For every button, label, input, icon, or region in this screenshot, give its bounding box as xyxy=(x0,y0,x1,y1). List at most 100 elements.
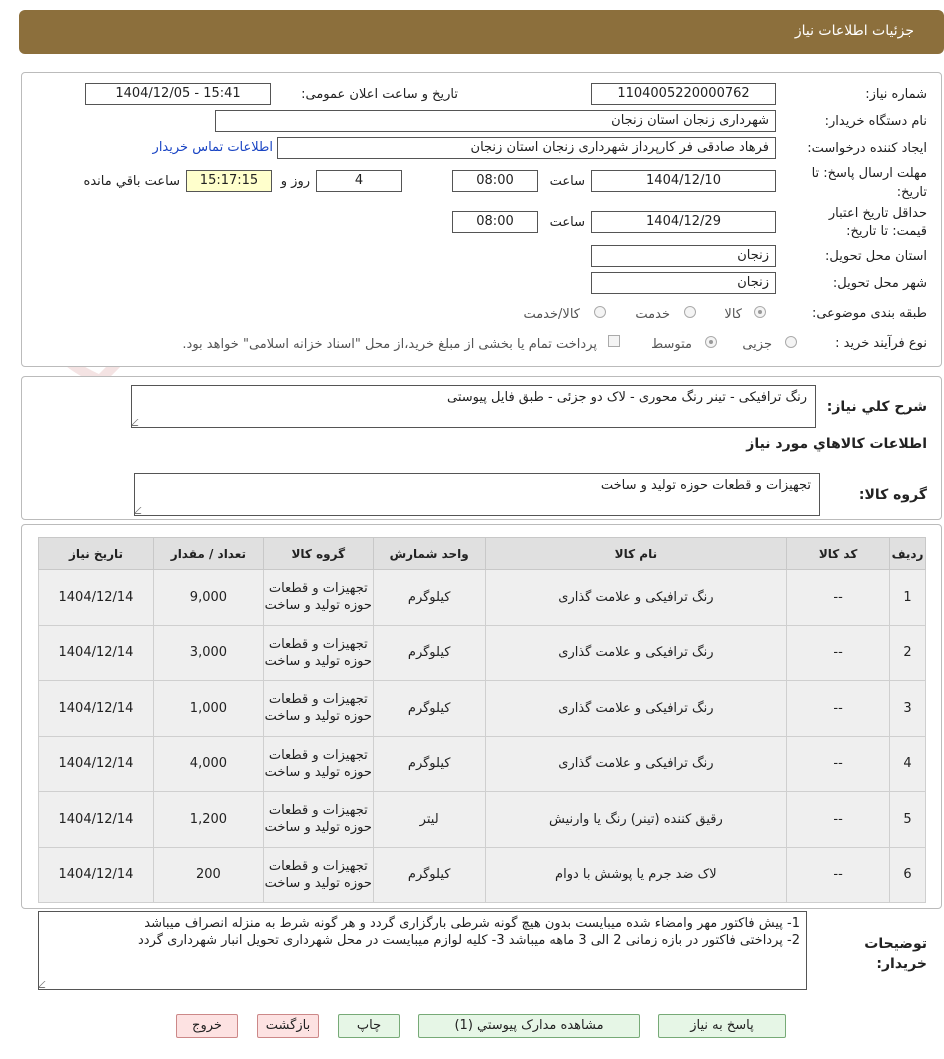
table-row[interactable]: 6 -- لاک ضد جرم یا پوشش با دوام کیلوگرم … xyxy=(38,846,926,903)
cell-code: -- xyxy=(786,569,891,626)
goods-table: ردیف کد کالا نام کالا واحد شمارش گروه کا… xyxy=(38,537,926,903)
cell-date: 1404/12/14 xyxy=(38,624,154,681)
buyer-org-label: نام دستگاه خریدار: xyxy=(824,114,927,129)
cell-unit: کیلوگرم xyxy=(372,569,486,626)
table-header-row: ردیف کد کالا نام کالا واحد شمارش گروه کا… xyxy=(38,537,926,570)
cell-unit: کیلوگرم xyxy=(372,624,486,681)
cell-name: رقیق کننده (تینر) رنگ یا وارنیش xyxy=(484,791,788,848)
process-option-minor: جزیی xyxy=(742,337,772,352)
cell-unit: کیلوگرم xyxy=(372,846,486,903)
need-number-label: شماره نیاز: xyxy=(865,87,927,102)
buyer-notes-textarea[interactable]: 1- پیش فاکتور مهر وامضاء شده میبایست بدو… xyxy=(38,911,807,990)
cell-qty: 3,000 xyxy=(152,624,264,681)
deadline-time-field: 08:00 xyxy=(452,170,538,192)
col-header-code: کد کالا xyxy=(786,537,891,570)
cell-code: -- xyxy=(786,791,891,848)
desc-label: شرح کلي نياز: xyxy=(826,399,927,415)
cell-group: تجهیزات و قطعات حوزه تولید و ساخت xyxy=(262,846,374,903)
buyer-org-field: شهرداری زنجان استان زنجان xyxy=(215,110,776,132)
cell-group: تجهیزات و قطعات حوزه تولید و ساخت xyxy=(262,624,374,681)
cell-date: 1404/12/14 xyxy=(38,791,154,848)
announce-field: 1404/12/05 - 15:41 xyxy=(85,83,271,105)
validity-label: حداقل تاریخ اعتبار قیمت: تا تاریخ: xyxy=(828,206,927,239)
desc-text: رنگ ترافیکی - تینر رنگ محوری - لاک دو جز… xyxy=(446,390,807,405)
cell-qty: 1,000 xyxy=(152,680,264,737)
notes-line-1: 1- پیش فاکتور مهر وامضاء شده میبایست بدو… xyxy=(144,916,800,931)
table-row[interactable]: 3 -- رنگ ترافیکی و علامت گذاری کیلوگرم ت… xyxy=(38,680,926,737)
cell-group: تجهیزات و قطعات حوزه تولید و ساخت xyxy=(262,680,374,737)
cell-unit: لیتر xyxy=(372,791,486,848)
cell-group: تجهیزات و قطعات حوزه تولید و ساخت xyxy=(262,735,374,792)
buyer-notes-label: توضیحات خریدار: xyxy=(864,936,927,972)
days-label: روز و xyxy=(280,174,310,189)
table-row[interactable]: 5 -- رقیق کننده (تینر) رنگ یا وارنیش لیت… xyxy=(38,791,926,848)
resize-grip-icon[interactable] xyxy=(39,981,52,988)
city-label: شهر محل تحویل: xyxy=(832,276,927,291)
group-text: تجهیزات و قطعات حوزه تولید و ساخت xyxy=(600,478,811,493)
view-attachments-button[interactable]: مشاهده مدارک پیوستي (1) xyxy=(418,1014,640,1038)
cell-unit: کیلوگرم xyxy=(372,735,486,792)
category-option-goods-service: کالا/خدمت xyxy=(523,307,580,322)
cell-date: 1404/12/14 xyxy=(38,680,154,737)
cell-name: رنگ ترافیکی و علامت گذاری xyxy=(484,680,788,737)
cell-date: 1404/12/14 xyxy=(38,569,154,626)
deadline-label: مهلت ارسال پاسخ: تا تاریخ: xyxy=(811,166,927,200)
resize-grip-icon[interactable] xyxy=(135,507,148,514)
table-row[interactable]: 1 -- رنگ ترافیکی و علامت گذاری کیلوگرم ت… xyxy=(38,569,926,626)
requester-field: فرهاد صادقی فر کارپرداز شهرداری زنجان اس… xyxy=(277,137,776,159)
deadline-time-label: ساعت xyxy=(549,174,585,189)
remaining-label: ساعت باقي مانده xyxy=(83,174,180,189)
treasury-note: پرداخت تمام یا بخشی از مبلغ خرید،از محل … xyxy=(182,337,597,352)
validity-time-field: 08:00 xyxy=(452,211,538,233)
group-label: گروه کالا: xyxy=(858,487,927,503)
cell-code: -- xyxy=(786,624,891,681)
group-textarea[interactable]: تجهیزات و قطعات حوزه تولید و ساخت xyxy=(134,473,820,516)
col-header-qty: تعداد / مقدار xyxy=(152,537,264,570)
remaining-time-field: 15:17:15 xyxy=(186,170,272,192)
page-title: جزئیات اطلاعات نیاز xyxy=(794,23,914,39)
page-header: جزئیات اطلاعات نیاز xyxy=(19,10,944,54)
col-header-unit: واحد شمارش xyxy=(372,537,486,570)
table-row[interactable]: 2 -- رنگ ترافیکی و علامت گذاری کیلوگرم ت… xyxy=(38,624,926,681)
cell-date: 1404/12/14 xyxy=(38,846,154,903)
category-option-goods: کالا xyxy=(724,307,742,322)
back-button[interactable]: بازگشت xyxy=(257,1014,319,1038)
resize-grip-icon[interactable] xyxy=(132,419,145,426)
exit-button[interactable]: خروج xyxy=(176,1014,238,1038)
cell-index: 3 xyxy=(889,680,926,737)
category-radio-service[interactable] xyxy=(684,306,696,318)
category-option-service: خدمت xyxy=(635,307,670,322)
col-header-group: گروه کالا xyxy=(262,537,374,570)
process-radio-minor[interactable] xyxy=(785,336,797,348)
announce-label: تاریخ و ساعت اعلان عمومی: xyxy=(301,87,458,102)
deadline-date-field: 1404/12/10 xyxy=(591,170,776,192)
treasury-checkbox[interactable] xyxy=(608,335,620,347)
cell-index: 1 xyxy=(889,569,926,626)
cell-qty: 4,000 xyxy=(152,735,264,792)
table-row[interactable]: 4 -- رنگ ترافیکی و علامت گذاری کیلوگرم ت… xyxy=(38,735,926,792)
col-header-index: ردیف xyxy=(889,537,926,570)
reply-button[interactable]: پاسخ به نیاز xyxy=(658,1014,786,1038)
desc-textarea[interactable]: رنگ ترافیکی - تینر رنگ محوری - لاک دو جز… xyxy=(131,385,816,428)
cell-qty: 9,000 xyxy=(152,569,264,626)
province-label: استان محل تحویل: xyxy=(825,249,927,264)
cell-name: لاک ضد جرم یا پوشش با دوام xyxy=(484,846,788,903)
category-radio-goods-service[interactable] xyxy=(594,306,606,318)
cell-code: -- xyxy=(786,846,891,903)
cell-code: -- xyxy=(786,680,891,737)
cell-code: -- xyxy=(786,735,891,792)
notes-line-2: 2- پرداختی فاکتور در بازه زمانی 2 الی 3 … xyxy=(138,933,800,948)
process-radio-medium[interactable] xyxy=(705,336,717,348)
buyer-contact-link[interactable]: اطلاعات تماس خریدار xyxy=(153,140,273,155)
category-label: طبقه بندی موضوعی: xyxy=(811,306,927,321)
cell-index: 6 xyxy=(889,846,926,903)
cell-name: رنگ ترافیکی و علامت گذاری xyxy=(484,624,788,681)
process-label: نوع فرآیند خرید : xyxy=(835,336,927,351)
cell-date: 1404/12/14 xyxy=(38,735,154,792)
days-field: 4 xyxy=(316,170,402,192)
goods-info-title: اطلاعات کالاهاي مورد نياز xyxy=(746,436,927,452)
category-radio-goods[interactable] xyxy=(754,306,766,318)
print-button[interactable]: چاپ xyxy=(338,1014,400,1038)
cell-index: 2 xyxy=(889,624,926,681)
cell-name: رنگ ترافیکی و علامت گذاری xyxy=(484,569,788,626)
